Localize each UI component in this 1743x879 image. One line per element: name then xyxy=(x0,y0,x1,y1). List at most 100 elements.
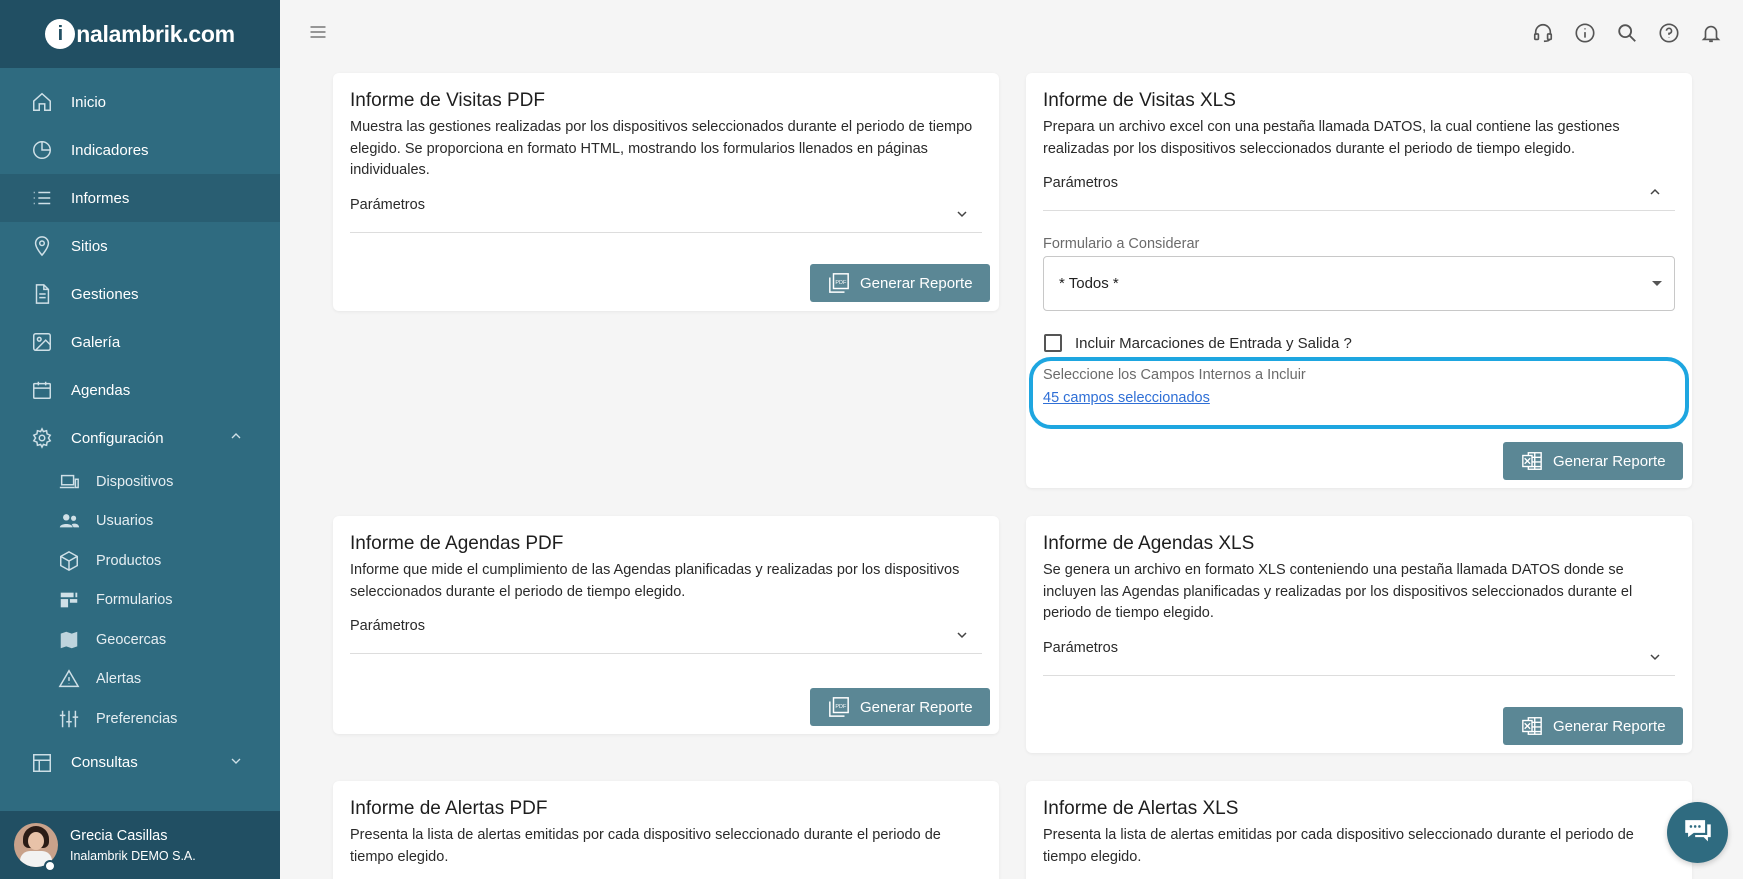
calendar-icon xyxy=(30,378,54,402)
params-label: Parámetros xyxy=(350,618,425,634)
location-pin-icon xyxy=(30,234,54,258)
button-label: Generar Reporte xyxy=(1553,717,1666,735)
table-icon xyxy=(30,751,54,775)
header-actions xyxy=(1530,20,1723,45)
form-select[interactable]: * Todos * xyxy=(1043,256,1675,311)
card-alertas-pdf: Informe de Alertas PDF Presenta la lista… xyxy=(333,781,999,879)
logo-bar: i nalambrik.com xyxy=(0,0,280,68)
chevron-down-icon xyxy=(1647,649,1663,670)
warning-icon xyxy=(57,667,81,691)
sidebar-item-agendas[interactable]: Agendas xyxy=(0,366,280,414)
sidebar-item-label: Informes xyxy=(71,189,130,207)
params-label: Parámetros xyxy=(350,196,425,213)
user-name: Grecia Casillas xyxy=(70,827,168,844)
params-label: Parámetros xyxy=(1043,175,1118,191)
pie-chart-icon xyxy=(30,138,54,162)
generate-report-button[interactable]: Generar Reporte xyxy=(1503,707,1683,745)
sidebar-subitem-preferencias[interactable]: Preferencias xyxy=(0,699,280,739)
card-description: Presenta la lista de alertas emitidas po… xyxy=(350,827,941,865)
card-title: Informe de Alertas PDF xyxy=(350,798,548,819)
card-description: Informe que mide el cumplimiento de las … xyxy=(350,562,960,600)
card-visitas-pdf: Informe de Visitas PDF Muestra las gesti… xyxy=(333,73,999,311)
sidebar-item-label: Agendas xyxy=(71,381,131,399)
fields-selected-link[interactable]: 45 campos seleccionados xyxy=(1043,390,1210,406)
sidebar-subitem-dispositivos[interactable]: Dispositivos xyxy=(0,462,280,502)
logo-mark: i xyxy=(45,19,76,49)
card-description: Se genera un archivo en formato XLS cont… xyxy=(1043,562,1633,621)
chat-button[interactable] xyxy=(1667,802,1728,863)
button-label: Generar Reporte xyxy=(860,274,973,292)
button-label: Generar Reporte xyxy=(1553,452,1666,470)
sidebar-item-consultas[interactable]: Consultas xyxy=(0,739,280,787)
chevron-down-icon xyxy=(228,753,244,773)
sidebar-item-label: Gestiones xyxy=(71,285,139,303)
params-accordion[interactable]: Parámetros xyxy=(350,617,982,654)
sidebar-subitem-label: Dispositivos xyxy=(96,473,174,490)
sidebar-subitem-formularios[interactable]: Formularios xyxy=(0,581,280,621)
search-icon[interactable] xyxy=(1614,20,1639,45)
chevron-down-icon xyxy=(954,206,970,227)
form-icon xyxy=(57,588,81,612)
chevron-up-icon xyxy=(1647,184,1663,205)
sidebar-item-configuracion[interactable]: Configuración xyxy=(0,414,280,462)
sliders-icon xyxy=(57,707,81,731)
svg-text:PDF: PDF xyxy=(835,280,847,286)
sidebar-item-gestiones[interactable]: Gestiones xyxy=(0,270,280,318)
users-icon xyxy=(57,509,81,533)
generate-report-button[interactable]: Generar Reporte xyxy=(1503,442,1683,480)
support-agent-icon[interactable] xyxy=(1530,20,1555,45)
sidebar-subitem-usuarios[interactable]: Usuarios xyxy=(0,502,280,542)
sidebar-subitem-label: Productos xyxy=(96,552,162,569)
top-header xyxy=(280,0,1743,66)
sidebar-item-label: Galería xyxy=(71,333,121,351)
bell-icon[interactable] xyxy=(1698,20,1723,45)
status-dot xyxy=(44,860,56,872)
sidebar-item-label: Inicio xyxy=(71,93,107,111)
sidebar-item-label: Indicadores xyxy=(71,141,149,159)
sidebar-item-galeria[interactable]: Galería xyxy=(0,318,280,366)
user-profile[interactable]: Grecia Casillas Inalambrik DEMO S.A. xyxy=(0,811,280,879)
card-description: Presenta la lista de alertas emitidas po… xyxy=(1043,827,1634,865)
sidebar-item-inicio[interactable]: Inicio xyxy=(0,78,280,126)
card-agendas-pdf: Informe de Agendas PDF Informe que mide … xyxy=(333,516,999,734)
params-accordion[interactable]: Parámetros xyxy=(350,196,982,233)
generate-report-button[interactable]: PDF Generar Reporte xyxy=(810,688,990,726)
sidebar-subitem-label: Geocercas xyxy=(96,631,167,648)
excel-icon xyxy=(1521,450,1543,472)
sidebar: i nalambrik.com Inicio Indicadores Infor… xyxy=(0,0,280,879)
sidebar-nav: Inicio Indicadores Informes Sitios Gesti… xyxy=(0,68,280,787)
params-accordion[interactable]: Parámetros xyxy=(1043,639,1675,676)
sidebar-subitem-geocercas[interactable]: Geocercas xyxy=(0,620,280,660)
brand-logo[interactable]: i nalambrik.com xyxy=(45,19,235,49)
sidebar-item-sitios[interactable]: Sitios xyxy=(0,222,280,270)
chat-icon xyxy=(1681,813,1715,852)
sidebar-subitem-productos[interactable]: Productos xyxy=(0,541,280,581)
fields-label: Seleccione los Campos Internos a Incluir xyxy=(1043,367,1306,383)
sidebar-item-label: Sitios xyxy=(71,237,108,255)
box-icon xyxy=(57,549,81,573)
params-accordion[interactable]: Parámetros xyxy=(1043,174,1675,211)
home-icon xyxy=(30,90,54,114)
sidebar-item-informes[interactable]: Informes xyxy=(0,174,280,222)
info-icon[interactable] xyxy=(1572,20,1597,45)
sidebar-item-label: Configuración xyxy=(71,429,164,447)
form-select-label: Formulario a Considerar xyxy=(1043,236,1200,252)
help-icon[interactable] xyxy=(1656,20,1681,45)
sidebar-subitem-label: Alertas xyxy=(96,671,142,688)
card-agendas-xls: Informe de Agendas XLS Se genera un arch… xyxy=(1026,516,1692,753)
image-icon xyxy=(30,330,54,354)
generate-report-button[interactable]: PDF Generar Reporte xyxy=(810,264,990,302)
pdf-icon: PDF xyxy=(828,696,850,718)
sidebar-subitem-alertas[interactable]: Alertas xyxy=(0,660,280,700)
menu-toggle-icon[interactable] xyxy=(308,22,328,47)
gear-icon xyxy=(30,426,54,450)
chevron-up-icon xyxy=(228,428,244,448)
excel-icon xyxy=(1521,715,1543,737)
list-icon xyxy=(30,186,54,210)
devices-icon xyxy=(57,470,81,494)
user-info: Grecia Casillas Inalambrik DEMO S.A. xyxy=(70,828,196,863)
include-marcaciones-checkbox[interactable] xyxy=(1044,334,1062,352)
logo-text: nalambrik.com xyxy=(76,20,235,47)
sidebar-subitem-label: Formularios xyxy=(96,592,173,609)
sidebar-item-indicadores[interactable]: Indicadores xyxy=(0,126,280,174)
